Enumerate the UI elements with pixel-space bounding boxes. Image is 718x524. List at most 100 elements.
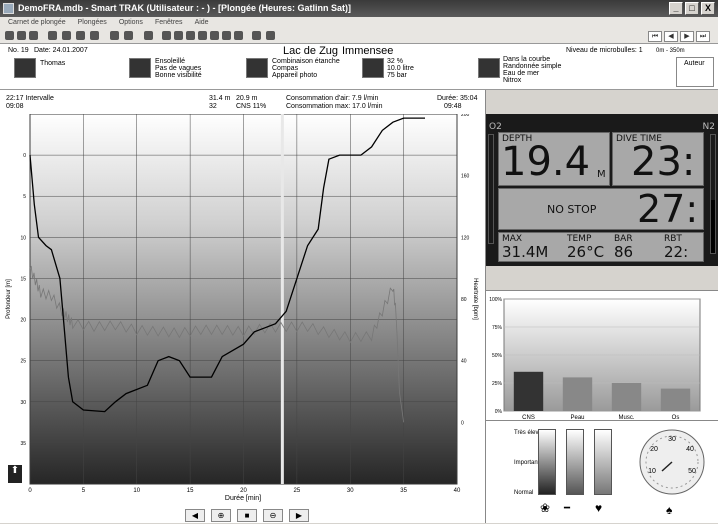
dial-label-30: 30 (668, 436, 676, 443)
tissue-tick-label: 25% (492, 381, 503, 387)
lungs-icon: ♠ (666, 503, 673, 517)
x-tick-labels: 0 5 10 15 20 25 30 35 40 (28, 488, 461, 494)
globe-icon[interactable] (234, 31, 243, 40)
dive-profile-chart[interactable]: 0 5 10 15 20 25 30 35 40 0 5 10 15 20 25 30 35 200 160 12… (0, 114, 486, 524)
rbt-value: 22: (664, 243, 689, 261)
menu-windows[interactable]: Fenêtres (155, 17, 183, 28)
breathing-dial: 10 20 30 40 50 (639, 429, 705, 495)
menu-help[interactable]: Aide (195, 17, 209, 28)
dive-date: Date: 24.01.2007 (34, 47, 88, 54)
y-right-tick-label: 80 (461, 297, 467, 303)
buddy-photo (14, 58, 36, 78)
print-icon[interactable] (29, 31, 38, 40)
y-left-tick-label: 5 (23, 194, 26, 200)
stress-gauges-panel: Très élevé Important Normal ❀ ━ ♥ 10 20 … (486, 420, 718, 523)
y-left-tick-label: 20 (20, 318, 26, 324)
menu-logbook[interactable]: Carnet de plongée (8, 17, 66, 28)
prev-dive-button[interactable]: ◀ (664, 31, 678, 42)
dial-label-50: 50 (688, 468, 696, 475)
heart-icon[interactable] (222, 31, 231, 40)
y-left-tick-label: 35 (20, 441, 26, 447)
scroll-left-button[interactable]: ◀ (185, 509, 205, 522)
max-depth: 31.4 m (209, 95, 231, 102)
download-icon[interactable] (48, 31, 57, 40)
time-marker[interactable] (280, 114, 284, 484)
import-icon[interactable] (90, 31, 99, 40)
open-icon[interactable] (5, 31, 14, 40)
scroll-right-button[interactable]: ▶ (289, 509, 309, 522)
condition-3: Bonne visibilité (155, 72, 202, 79)
add-dive-icon[interactable] (62, 31, 71, 40)
dive-time-value: 23: (631, 139, 696, 185)
first-dive-button[interactable]: ⏮ (648, 31, 662, 42)
altitude: 0m - 350m (656, 48, 685, 54)
save-icon[interactable] (17, 31, 26, 40)
x-tick-label: 0 (28, 488, 32, 494)
last-dive-button[interactable]: ⏭ (696, 31, 710, 42)
depth-unit: M (597, 169, 606, 180)
chart-icon[interactable] (186, 31, 195, 40)
gas-icon[interactable] (210, 31, 219, 40)
logbook-icon[interactable] (162, 31, 171, 40)
minimize-button[interactable]: _ (669, 2, 683, 15)
tissue-tick-label: 100% (489, 297, 502, 303)
max-value: 31.4M (502, 243, 549, 261)
y-left-tick-label: 30 (20, 400, 26, 406)
dive-navigation: ⏮ ◀ ▶ ⏭ (648, 31, 710, 42)
max-consumption: Consommation max: 17.0 l/min (286, 103, 383, 110)
y-left-tick-label: 10 (20, 235, 26, 241)
zoom-in-icon[interactable]: ⊕ (211, 509, 231, 522)
dial-label-20: 20 (650, 446, 658, 453)
n2-label: N2 (702, 122, 715, 132)
stop-button[interactable]: ■ (237, 509, 257, 522)
profile-icon[interactable] (174, 31, 183, 40)
dive-duration: Durée: 35:04 (437, 95, 478, 102)
deco-status: NO STOP (547, 203, 597, 216)
cns-value: CNS 11% (236, 103, 267, 110)
next-dive-button[interactable]: ▶ (680, 31, 694, 42)
tools-icon[interactable] (124, 31, 133, 40)
bubble-level: Niveau de microbulles: 1 (566, 47, 643, 54)
close-button[interactable]: X (701, 2, 715, 15)
dive-computer-display: O2 N2 DEPTH 19.4 M DIVE TIME 23: NO STOP… (486, 114, 718, 266)
equipment-photo (246, 58, 268, 78)
app-icon (3, 3, 14, 14)
tissue-tick-label: 0% (495, 409, 503, 415)
y-right-tick-label: 160 (461, 174, 470, 180)
tissue-tick-label: 75% (492, 325, 503, 331)
diver-icon[interactable]: ⬆ (8, 465, 22, 483)
x-tick-label: 20 (240, 488, 247, 494)
zoom-out-icon[interactable]: ⊖ (263, 509, 283, 522)
tissue-bar (562, 377, 593, 411)
bar-value: 86 (614, 243, 634, 261)
tissue-tick-label: 50% (492, 353, 503, 359)
tissue-bar-chart: 100%75%50%25%0% CNS Peau Musc. Os (489, 297, 701, 421)
bottom-segment: MAX 31.4M TEMP 26°C BAR 86 RBT 22: (498, 232, 704, 262)
tank-photo (362, 58, 384, 78)
x-tick-label: 5 (82, 488, 86, 494)
info-icon[interactable] (144, 31, 153, 40)
menu-options[interactable]: Options (119, 17, 143, 28)
y-right-tick-label: 200 (461, 114, 470, 118)
layout-a-icon[interactable] (252, 31, 261, 40)
layout-b-icon[interactable] (266, 31, 275, 40)
x-tick-label: 10 (133, 488, 140, 494)
thermometer-icon[interactable] (198, 31, 207, 40)
dive-number: No. 19 (8, 47, 29, 54)
x-tick-label: 30 (347, 488, 354, 494)
dive-site: Immensee (342, 45, 394, 57)
dive-profile-panel: 22:17 Intervalle 09:08 31.4 m 20.9 m 32 … (0, 90, 486, 523)
transfer-icon[interactable] (110, 31, 119, 40)
thermometer-gauge-icon: ━ (564, 503, 571, 514)
x-tick-label: 25 (294, 488, 301, 494)
delete-icon[interactable] (76, 31, 85, 40)
y-left-axis-label: Profondeur [m] (6, 279, 12, 319)
tissue-bar (513, 371, 544, 411)
deco-segment: NO STOP 27: (498, 188, 704, 230)
tank-pressure: 75 bar (387, 72, 407, 79)
maximize-button[interactable]: □ (685, 2, 699, 15)
window-title: DemoFRA.mdb - Smart TRAK (Utilisateur : … (18, 3, 352, 13)
y-right-tick-label: 40 (461, 359, 467, 365)
avg-depth: 20.9 m (236, 95, 258, 102)
menu-dives[interactable]: Plongées (78, 17, 107, 28)
